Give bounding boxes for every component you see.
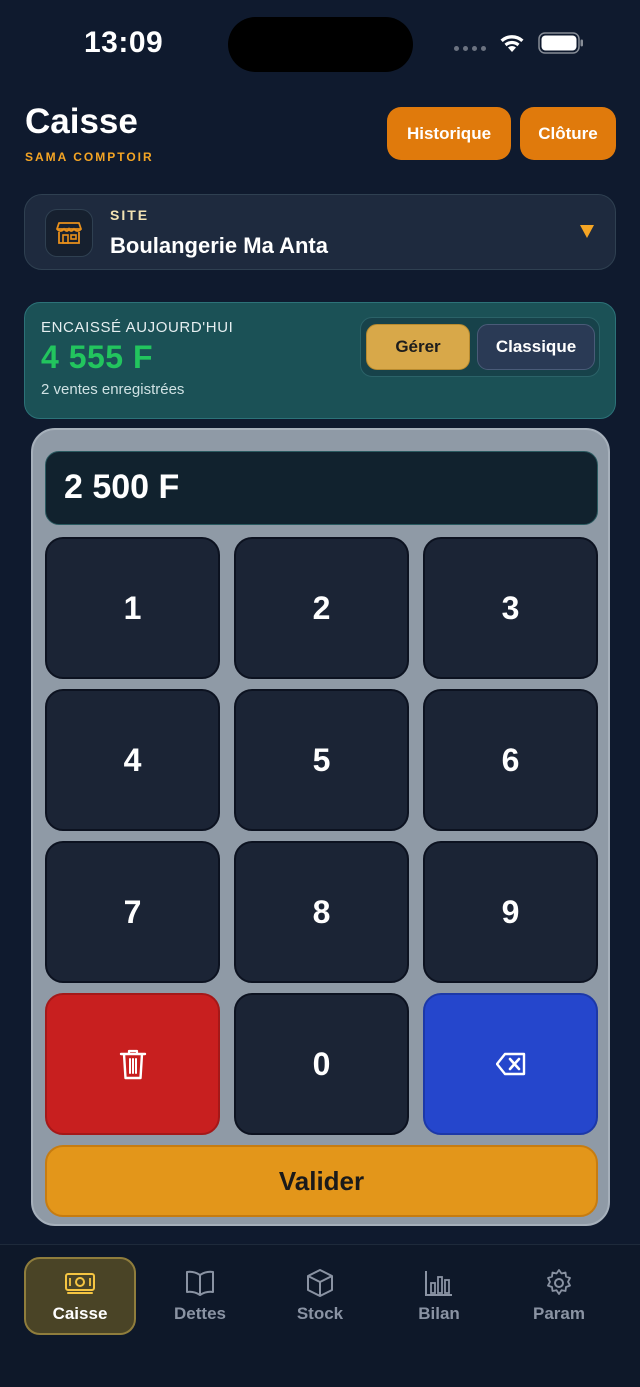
tab-bilan[interactable]: Bilan	[383, 1257, 495, 1335]
daily-summary-card: ENCAISSÉ AUJOURD'HUI 4 555 F 2 ventes en…	[24, 302, 616, 419]
key-0[interactable]: 0	[234, 993, 409, 1135]
box-icon	[307, 1269, 333, 1297]
key-3[interactable]: 3	[423, 537, 598, 679]
tab-param[interactable]: Param	[503, 1257, 615, 1335]
trash-icon	[119, 1049, 146, 1080]
amount-display: 2 500 F	[45, 451, 598, 525]
historique-button[interactable]: Historique	[387, 107, 511, 160]
key-2[interactable]: 2	[234, 537, 409, 679]
mode-toggle: Gérer Classique	[360, 317, 600, 377]
keypad-panel: 2 500 F 1 2 3 4 5 6 7 8 9 0 Valider	[31, 428, 610, 1226]
banknote-icon	[65, 1273, 95, 1294]
bar-chart-icon	[425, 1271, 452, 1296]
wifi-icon	[500, 35, 524, 52]
cloture-button[interactable]: Clôture	[520, 107, 616, 160]
gear-icon	[547, 1269, 571, 1295]
page-title: Caisse	[25, 102, 138, 141]
key-8[interactable]: 8	[234, 841, 409, 983]
backspace-button[interactable]	[423, 993, 598, 1135]
dynamic-island	[228, 17, 413, 72]
amount-value: 2 500 F	[64, 468, 180, 506]
tab-label-bilan: Bilan	[418, 1304, 460, 1323]
store-icon-box	[45, 209, 93, 257]
book-icon	[186, 1270, 214, 1296]
site-name: Boulangerie Ma Anta	[110, 233, 328, 258]
validate-button[interactable]: Valider	[45, 1145, 598, 1217]
tab-caisse[interactable]: Caisse	[24, 1257, 136, 1335]
tab-label-stock: Stock	[296, 1304, 344, 1323]
mode-gerer-button[interactable]: Gérer	[366, 324, 470, 370]
status-time: 13:09	[84, 26, 164, 59]
battery-icon	[538, 32, 583, 54]
mode-classique-button[interactable]: Classique	[477, 324, 595, 370]
key-1[interactable]: 1	[45, 537, 220, 679]
site-selector[interactable]: SITE Boulangerie Ma Anta	[24, 194, 616, 270]
cellular-signal-icon	[454, 46, 486, 51]
tab-stock[interactable]: Stock	[264, 1257, 376, 1335]
tab-label-dettes: Dettes	[174, 1304, 226, 1323]
status-bar: 13:09	[0, 0, 640, 90]
site-label: SITE	[110, 207, 150, 223]
chevron-down-icon	[580, 225, 594, 238]
summary-amount: 4 555 F	[41, 339, 154, 375]
backspace-icon	[495, 1052, 525, 1076]
sales-count: 2 ventes enregistrées	[41, 381, 185, 398]
key-5[interactable]: 5	[234, 689, 409, 831]
tab-label-caisse: Caisse	[52, 1304, 108, 1323]
key-6[interactable]: 6	[423, 689, 598, 831]
key-9[interactable]: 9	[423, 841, 598, 983]
tab-label-param: Param	[533, 1304, 585, 1323]
summary-label: ENCAISSÉ AUJOURD'HUI	[41, 319, 234, 336]
key-7[interactable]: 7	[45, 841, 220, 983]
key-4[interactable]: 4	[45, 689, 220, 831]
tab-bar: Caisse Dettes Stock Bilan Param	[0, 1244, 640, 1387]
clear-button[interactable]	[45, 993, 220, 1135]
tab-dettes[interactable]: Dettes	[144, 1257, 256, 1335]
page-subtitle: SAMA COMPTOIR	[25, 150, 154, 164]
store-icon	[56, 222, 82, 244]
